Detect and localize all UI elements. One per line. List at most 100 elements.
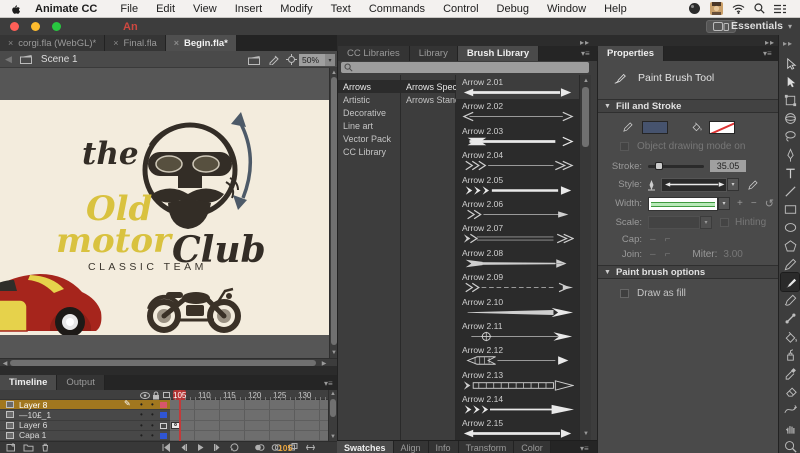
brush-item-arrow-2-05[interactable]: Arrow 2.05 [456,173,579,197]
pen-tool[interactable] [781,146,799,164]
layer-outline-color[interactable] [160,423,167,429]
canvas-vertical-scrollbar[interactable]: ▲ ▼ [329,68,337,358]
section-paint-brush-options[interactable]: ▼ Paint brush options [598,265,779,279]
scale-dropdown[interactable] [648,216,700,229]
draw-as-fill-checkbox[interactable] [620,289,629,298]
layer-outline-color[interactable] [160,433,167,439]
brush-category-line-art[interactable]: Line art [338,119,400,132]
brush-tool[interactable] [781,292,799,310]
brush-item-arrow-2-03[interactable]: Arrow 2.03 [456,124,579,148]
line-tool[interactable] [781,182,799,200]
object-drawing-checkbox[interactable] [620,142,629,151]
stroke-size-slider[interactable] [648,165,704,168]
layer-visibility-dot[interactable]: • [140,410,143,420]
tab-brush-library[interactable]: Brush Library [458,46,539,61]
notification-list-icon[interactable] [774,4,786,14]
collapse-panel-icon[interactable]: ▸▸ [783,39,793,48]
apple-menu-icon[interactable] [10,3,21,15]
cap-option-icon[interactable]: ⌐ [665,234,671,245]
wifi-icon[interactable] [732,4,745,14]
layer-row-layer-8[interactable]: Layer 8✎•• [0,400,337,410]
edit-scene-icon[interactable] [248,55,261,65]
brush-category-arrows[interactable]: Arrows [338,80,400,93]
play-button[interactable] [195,442,206,453]
eraser-tool[interactable] [781,383,799,401]
brush-item-arrow-2-15[interactable]: Arrow 2.15 [456,416,579,440]
tab-timeline[interactable]: Timeline [0,375,57,390]
menu-edit[interactable]: Edit [147,3,184,15]
brush-category-vector-pack[interactable]: Vector Pack [338,132,400,145]
brush-item-arrow-2-14[interactable]: Arrow 2.14 [456,392,579,416]
tab-properties[interactable]: Properties [598,46,664,61]
ink-bottle-tool[interactable] [781,346,799,364]
close-tab-icon[interactable]: × [113,38,118,48]
menu-commands[interactable]: Commands [360,3,434,15]
brush-tip-icon[interactable] [646,179,657,191]
brush-item-arrow-2-11[interactable]: Arrow 2.11 [456,319,579,343]
menu-window[interactable]: Window [538,3,595,15]
user-avatar[interactable] [710,2,723,15]
timeline-scrollbar[interactable]: ▲ ▼ [328,390,337,441]
width-profile-dropdown[interactable]: ▾ [718,197,730,210]
tab-align[interactable]: Align [394,441,429,453]
center-frame-icon[interactable] [286,54,297,65]
step-back-button[interactable] [178,442,189,453]
layer-frames[interactable] [170,431,328,441]
reset-width-profile-button[interactable]: ↺ [765,197,774,210]
layer-lock-dot[interactable]: • [151,410,154,420]
menu-view[interactable]: View [184,3,226,15]
lasso-tool[interactable] [781,128,799,146]
back-arrow-icon[interactable]: ◀ [5,54,12,65]
hinting-checkbox[interactable] [720,218,729,227]
brush-list-scrollbar[interactable]: ▲ ▼ [579,75,591,440]
menu-debug[interactable]: Debug [488,3,538,15]
oval-tool[interactable] [781,219,799,237]
close-tab-icon[interactable]: × [174,38,179,48]
brush-item-arrow-2-13[interactable]: Arrow 2.13 [456,368,579,392]
panel-menu-icon[interactable]: ▾≡ [324,379,333,388]
bone-tool[interactable] [781,310,799,328]
minimize-window-button[interactable] [31,22,40,31]
join-option-icon[interactable]: – [650,249,656,260]
show-hide-layers-icon[interactable] [140,392,150,399]
paint-brush-tool[interactable] [781,273,799,291]
delete-layer-button[interactable] [40,442,51,453]
rectangle-tool[interactable] [781,201,799,219]
frame-number-105[interactable]: 105 [173,391,186,400]
stroke-style-dropdown[interactable]: ▾ [727,178,739,191]
brush-search-input[interactable] [341,62,589,73]
menu-help[interactable]: Help [595,3,636,15]
free-transform-tool[interactable] [781,91,799,109]
tab-library[interactable]: Library [410,46,458,61]
close-tab-icon[interactable]: × [8,38,13,48]
stroke-style-preview[interactable] [661,178,727,192]
app-name[interactable]: Animate CC [35,3,97,15]
layer-outline-color[interactable] [160,412,167,418]
brush-category-cc-library[interactable]: CC Library [338,145,400,158]
brush-item-arrow-2-02[interactable]: Arrow 2.02 [456,99,579,123]
menu-text[interactable]: Text [322,3,360,15]
onion-skin-button[interactable] [254,442,265,453]
brush-item-arrow-2-04[interactable]: Arrow 2.04 [456,148,579,172]
workspace-switcher[interactable]: Essentials ▾ [731,20,792,32]
outline-layers-icon[interactable] [163,392,170,398]
layer-row--10-1[interactable]: —10£_1•• [0,410,337,420]
lock-layers-icon[interactable] [152,391,160,400]
app-circle-icon[interactable] [688,2,701,15]
edit-stroke-style-icon[interactable] [747,179,759,191]
zoom-dropdown-button[interactable]: ▾ [325,54,335,66]
new-folder-button[interactable] [23,442,34,453]
step-forward-button[interactable] [212,442,223,453]
scale-dropdown-button[interactable]: ▾ [700,216,712,229]
width-tool[interactable] [781,401,799,419]
brush-subcategory-arrows-standard[interactable]: Arrows Standard [401,93,455,106]
canvas-horizontal-scrollbar[interactable]: ◀ ▶ [0,358,337,366]
text-tool[interactable] [781,164,799,182]
document-tab-corgi-fla-webgl-[interactable]: ×corgi.fla (WebGL)* [0,35,105,51]
modify-markers-button[interactable] [305,442,316,453]
layer-frames[interactable] [170,410,328,420]
layer-lock-dot[interactable]: • [151,431,154,441]
width-profile-preview[interactable] [648,197,718,211]
stroke-size-value[interactable]: 35.05 [710,160,746,172]
fill-color-swatch-none[interactable] [709,121,735,134]
